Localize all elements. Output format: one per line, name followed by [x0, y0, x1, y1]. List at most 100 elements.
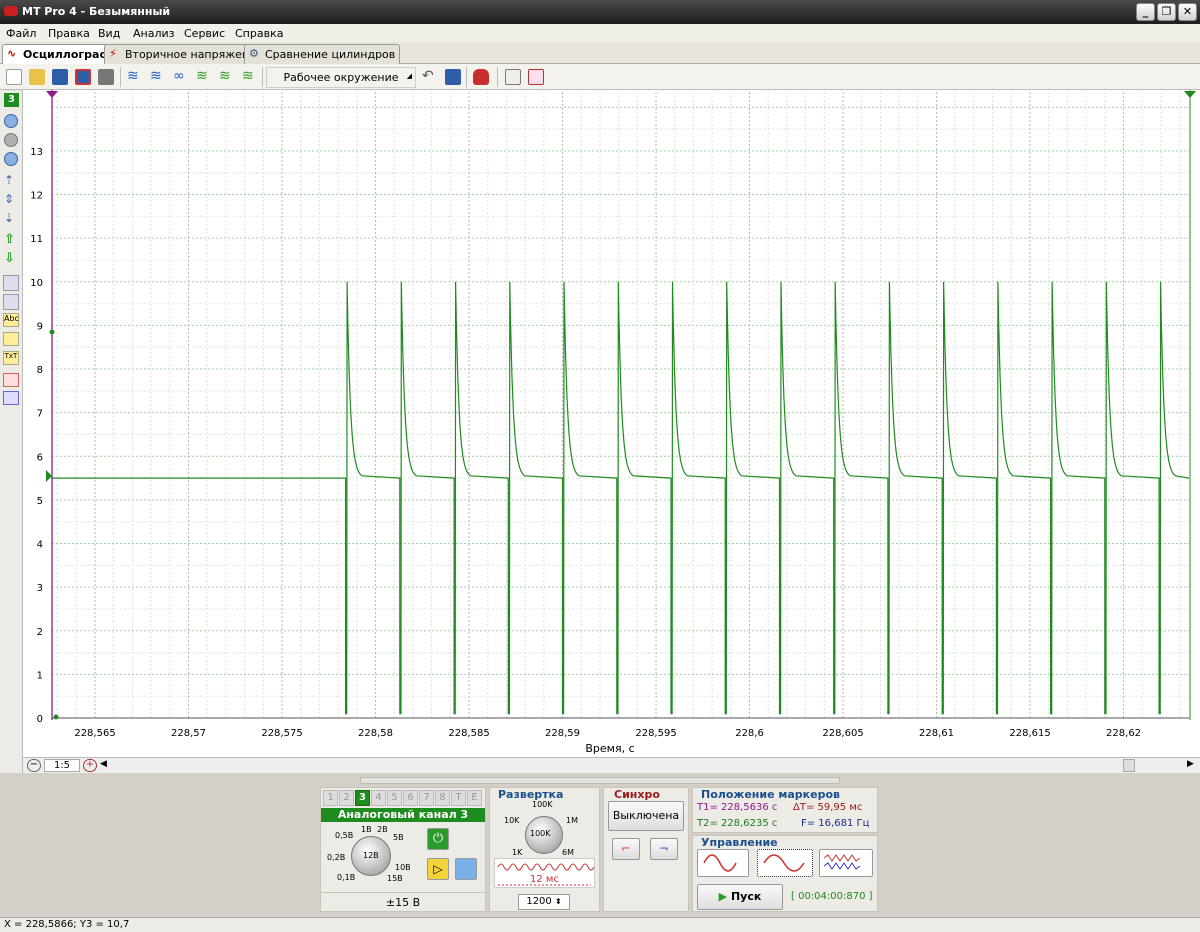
restore-button[interactable]: ❐ — [1157, 3, 1176, 21]
waves-cylinder-icon[interactable]: ≋ — [219, 69, 235, 85]
vertical-marker-icon[interactable] — [3, 275, 19, 291]
zoom-out-time-icon[interactable]: − — [27, 759, 41, 772]
sync-mode-button[interactable]: Выключена — [608, 801, 684, 831]
stepper-arrows-icon[interactable]: ⬍ — [555, 897, 562, 906]
close-button[interactable]: ✕ — [1178, 3, 1197, 21]
car-icon[interactable] — [473, 69, 489, 85]
tab-cylinder-compare[interactable]: ⚙ Сравнение цилиндров — [244, 44, 401, 64]
undo-icon[interactable]: ↶ — [422, 69, 438, 85]
menu-help[interactable]: Справка — [235, 27, 283, 40]
calculator-icon[interactable] — [455, 858, 477, 880]
text-label-icon[interactable]: Abc — [3, 313, 19, 327]
chart-svg[interactable]: 012345678910111213228,565 228,57 228,575 22… — [23, 90, 1200, 757]
channel-tab-8[interactable]: 8 — [435, 790, 450, 806]
waves-compare-icon[interactable]: ≋ — [242, 69, 258, 85]
zoom-reset-icon[interactable] — [4, 133, 18, 147]
fit-icon[interactable] — [528, 69, 544, 85]
status-bar: X = 228,5866; Y3 = 10,7 — [0, 917, 1200, 932]
menu-service[interactable]: Сервис — [184, 27, 225, 40]
stack-icon[interactable] — [505, 69, 521, 85]
tab-cylinder-compare-label: Сравнение цилиндров — [265, 48, 396, 61]
sync-rising-icon[interactable]: ⌐ — [612, 838, 640, 860]
waves-add-icon[interactable]: ≋ — [196, 69, 212, 85]
channel-tab-6[interactable]: 6 — [403, 790, 418, 806]
channel-badge[interactable]: 3 — [4, 93, 19, 107]
zero-point-icon[interactable] — [53, 714, 59, 720]
scroll-left-icon[interactable]: ◀ — [100, 759, 112, 772]
start-button[interactable]: ▶ Пуск — [697, 884, 783, 910]
channel-tab-5[interactable]: 5 — [387, 790, 402, 806]
sweep-time: 12 мс — [530, 874, 559, 885]
run-timer: [ 00:04:00:870 ] — [791, 891, 873, 902]
scroll-right-icon[interactable]: ▶ — [1187, 759, 1199, 772]
x-tick-label: 228,575 — [261, 728, 302, 739]
tab-secondary-voltage-label: Вторичное напряжение — [125, 48, 264, 61]
channel-tab-E[interactable]: E — [467, 790, 482, 806]
save-environment-icon[interactable] — [445, 69, 461, 85]
zoom-out-icon[interactable] — [4, 114, 18, 128]
time-zoom-value[interactable]: 1:5 — [44, 759, 80, 772]
y-tick-label: 6 — [37, 452, 43, 463]
scroll-up-icon[interactable]: ⇡ — [4, 174, 18, 188]
range-value[interactable]: ±15 В — [321, 892, 485, 912]
zoom-in-icon[interactable] — [4, 152, 18, 166]
sweep-label: 6M — [562, 848, 574, 857]
y-tick-label: 4 — [37, 540, 43, 551]
minimize-button[interactable]: _ — [1136, 3, 1155, 21]
multi-wave-icon[interactable] — [819, 849, 873, 877]
menu-edit[interactable]: Правка — [48, 27, 90, 40]
channel-tab-7[interactable]: 7 — [419, 790, 434, 806]
save-icon[interactable] — [52, 69, 68, 85]
channel-tab-2[interactable]: 2 — [339, 790, 354, 806]
sweep-label: 100K — [530, 829, 551, 838]
sync-mode-label: Выключена — [612, 809, 680, 822]
environment-select[interactable]: Рабочее окружение ◢ — [266, 67, 416, 88]
zoom-in-time-icon[interactable]: + — [83, 759, 97, 772]
sweep-wave-icon[interactable] — [757, 849, 813, 877]
title-bar: MT Pro 4 - Безымянный _ ❐ ✕ — [0, 0, 1200, 24]
range-label: 10В — [395, 863, 411, 872]
power-button[interactable]: ⏻ — [427, 828, 449, 850]
waves-icon[interactable]: ≋ — [127, 69, 143, 85]
x-tick-label: 228,6 — [735, 728, 764, 739]
waves-cross-icon[interactable]: ∞ — [173, 69, 189, 85]
play-channel-button[interactable]: ▷ — [427, 858, 449, 880]
oscilloscope-chart[interactable]: 0 1 2 3 4 5 6 7 8 9 10 11 12 13 228,565 228,57 228,575 22… — [23, 90, 1200, 773]
x-tick-label: 228,62 — [1106, 728, 1141, 739]
channel-tab-T[interactable]: T — [451, 790, 466, 806]
scroll-center-icon[interactable]: ⇕ — [4, 193, 18, 207]
channel-tab-4[interactable]: 4 — [371, 790, 386, 806]
open-folder-icon[interactable] — [29, 69, 45, 85]
channel-tab-3[interactable]: 3 — [355, 790, 370, 806]
panel-splitter[interactable] — [360, 777, 840, 784]
text-format-icon[interactable]: TxT — [3, 351, 19, 365]
new-file-icon[interactable] — [6, 69, 22, 85]
marker-range-icon[interactable] — [3, 294, 19, 310]
menu-file[interactable]: Файл — [6, 27, 36, 40]
menu-view[interactable]: Вид — [98, 27, 120, 40]
horizontal-scrollbar[interactable]: − 1:5 + ◀ ▶ — [23, 757, 1200, 773]
trigger-point-icon[interactable] — [49, 329, 55, 335]
y-tick-label: 11 — [30, 234, 43, 245]
points-stepper[interactable]: 1200 ⬍ — [518, 894, 570, 910]
scroll-down-icon[interactable]: ⇣ — [4, 212, 18, 226]
measure-icon[interactable] — [3, 332, 19, 346]
menu-analysis[interactable]: Анализ — [133, 27, 175, 40]
print-icon[interactable] — [98, 69, 114, 85]
arrow-down-icon[interactable]: ⇩ — [4, 252, 18, 267]
chart-blue-icon[interactable] — [3, 391, 19, 405]
save-as-icon[interactable] — [75, 69, 91, 85]
arrow-up-icon[interactable]: ⇧ — [4, 233, 18, 248]
ignition-icon: ⚡ — [109, 47, 117, 60]
single-wave-icon[interactable] — [697, 849, 749, 877]
sync-falling-icon[interactable]: ¬ — [650, 838, 678, 860]
y-tick-label: 2 — [37, 627, 43, 638]
channel-tab-1[interactable]: 1 — [323, 790, 338, 806]
channel-level-icon[interactable] — [46, 470, 52, 482]
waves-split-icon[interactable]: ≋ — [150, 69, 166, 85]
scroll-thumb[interactable] — [1123, 759, 1135, 772]
marker-t1-handle-icon[interactable] — [46, 91, 58, 98]
tab-oscilloscope[interactable]: ∿ Осциллограф — [2, 44, 116, 65]
chart-red-icon[interactable] — [3, 373, 19, 387]
y-tick-label: 13 — [30, 147, 43, 158]
